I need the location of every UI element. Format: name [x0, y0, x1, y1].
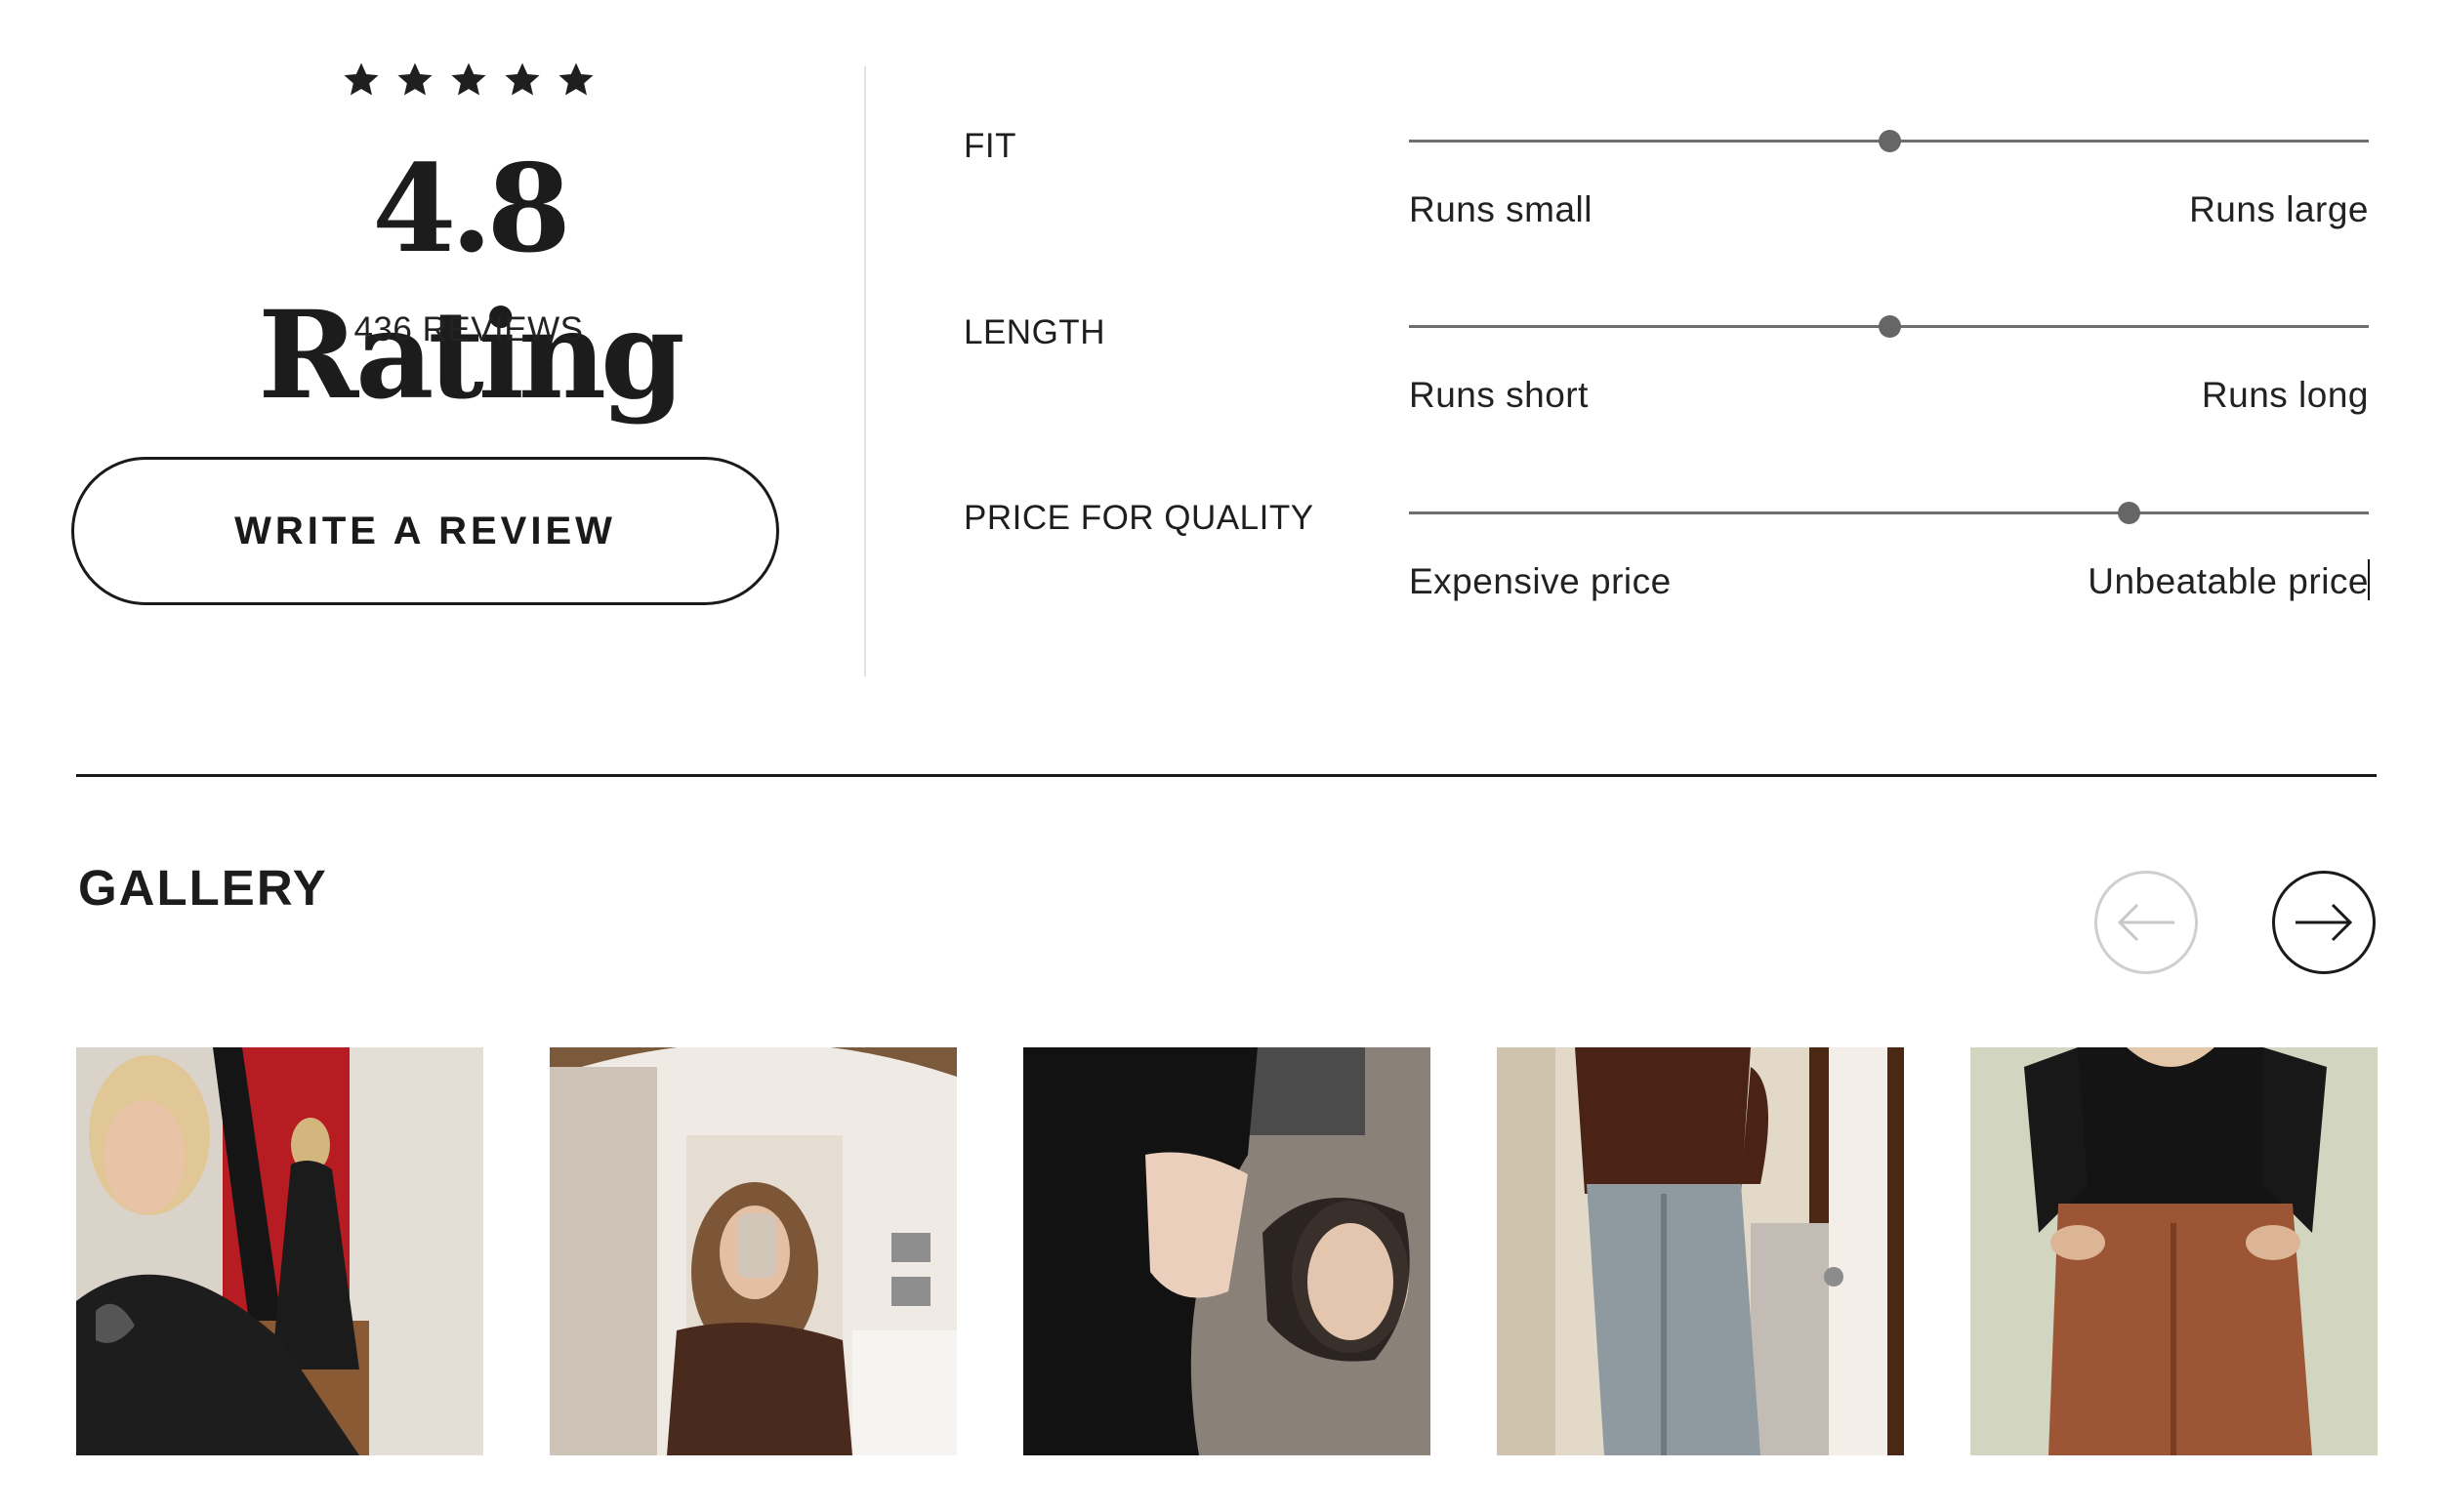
price-quality-slider [1409, 502, 2369, 524]
price-quality-label: PRICE FOR QUALITY [964, 499, 1314, 537]
length-slider-knob [1878, 315, 1901, 338]
rating-summary: 4.8 Rating 436 REVIEWS WRITE A REVIEW [0, 0, 937, 683]
fit-left-label: Runs small [1409, 189, 1593, 229]
price-quality-right-label: Unbeatable price [2088, 561, 2369, 601]
length-right-label: Runs long [2201, 375, 2369, 415]
write-review-button[interactable]: WRITE A REVIEW [71, 457, 779, 605]
text-cursor [2368, 559, 2370, 600]
section-divider [864, 66, 866, 676]
price-quality-left-label: Expensive price [1409, 561, 1672, 601]
length-slider [1409, 315, 2369, 338]
star-rating [342, 61, 596, 100]
rating-heading: 4.8 Rating [258, 139, 684, 427]
star-icon [449, 61, 488, 100]
fit-right-label: Runs large [2189, 189, 2369, 229]
arrow-right-icon [2294, 903, 2354, 942]
gallery-photo[interactable] [1497, 1047, 1904, 1455]
gallery-prev-button[interactable] [2094, 871, 2198, 974]
star-icon [342, 61, 381, 100]
gallery-photo[interactable] [1970, 1047, 2378, 1455]
length-left-label: Runs short [1409, 375, 1589, 415]
price-quality-slider-knob [2118, 502, 2141, 524]
gallery-photo[interactable] [76, 1047, 483, 1455]
section-rule [76, 774, 2377, 777]
arrow-left-icon [2116, 903, 2176, 942]
length-label: LENGTH [964, 313, 1105, 351]
star-icon [503, 61, 542, 100]
star-icon [395, 61, 434, 100]
star-icon [557, 61, 596, 100]
review-count: 436 REVIEWS [353, 310, 584, 348]
fit-slider-knob [1878, 130, 1901, 152]
fit-label: FIT [964, 127, 1016, 165]
gallery-photo[interactable] [1023, 1047, 1430, 1455]
gallery-next-button[interactable] [2272, 871, 2376, 974]
gallery-title: GALLERY [78, 860, 328, 916]
fit-slider [1409, 130, 2369, 152]
gallery-photo[interactable] [550, 1047, 957, 1455]
